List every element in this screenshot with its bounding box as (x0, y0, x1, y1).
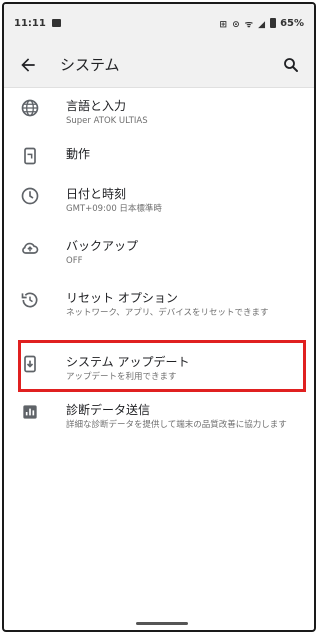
settings-item-system-update[interactable]: システム アップデート アップデートを利用できます (4, 336, 314, 392)
back-arrow-icon[interactable] (18, 55, 38, 75)
app-bar: システム (4, 42, 314, 88)
settings-item-title: 診断データ送信 (66, 403, 151, 417)
settings-item-subtitle: Super ATOK ULTIAS (66, 116, 148, 126)
status-bar: 11:11 ⊞ ⊙ ᯤ ◢ 65% (4, 4, 314, 42)
chart-icon (23, 405, 37, 419)
system-update-icon (24, 355, 36, 373)
status-time: 11:11 (14, 17, 46, 29)
settings-item-title: 言語と入力 (66, 99, 127, 113)
battery-level: 65% (280, 17, 304, 29)
status-right: ⊞ ⊙ ᯤ ◢ 65% (219, 17, 304, 30)
page-title: システム (60, 56, 120, 74)
cloud-upload-icon (22, 242, 39, 254)
settings-item-diagnostics[interactable]: 診断データ送信 詳細な診断データを提供して端末の品質改善に協力します (4, 392, 314, 454)
status-icons: ⊞ ⊙ ᯤ ◢ (219, 19, 267, 30)
settings-item-subtitle: アップデートを利用できます (66, 372, 177, 382)
settings-item-subtitle: GMT+09:00 日本標準時 (66, 204, 162, 214)
settings-item-title: バックアップ (66, 239, 139, 253)
settings-item-subtitle: 詳細な診断データを提供して端末の品質改善に協力します (66, 420, 287, 430)
settings-item-gestures[interactable]: 動作 (4, 136, 314, 176)
settings-item-date-time[interactable]: 日付と時刻 GMT+09:00 日本標準時 (4, 176, 314, 228)
settings-item-subtitle: OFF (66, 256, 83, 266)
battery-icon (270, 18, 277, 28)
clock-icon (21, 187, 39, 205)
settings-item-title: 日付と時刻 (66, 187, 127, 201)
search-icon[interactable] (282, 56, 300, 74)
settings-list: 言語と入力 Super ATOK ULTIAS 動作 日付と時刻 GMT+09:… (4, 90, 314, 454)
history-icon (21, 292, 38, 308)
settings-item-title: 動作 (66, 147, 91, 161)
settings-item-title: システム アップデート (66, 355, 190, 369)
globe-icon (21, 99, 39, 117)
phone-frame: 11:11 ⊞ ⊙ ᯤ ◢ 65% システム 言語と入力 Super ATOK … (2, 2, 316, 632)
settings-item-language[interactable]: 言語と入力 Super ATOK ULTIAS (4, 90, 314, 136)
settings-item-reset[interactable]: リセット オプション ネットワーク、アプリ、デバイスをリセットできます (4, 280, 314, 336)
settings-item-title: リセット オプション (66, 291, 178, 305)
settings-item-subtitle: ネットワーク、アプリ、デバイスをリセットできます (66, 308, 269, 318)
settings-item-backup[interactable]: バックアップ OFF (4, 228, 314, 280)
gesture-phone-icon (24, 147, 36, 165)
gesture-home-bar[interactable] (136, 622, 188, 625)
notification-icon (51, 19, 61, 27)
